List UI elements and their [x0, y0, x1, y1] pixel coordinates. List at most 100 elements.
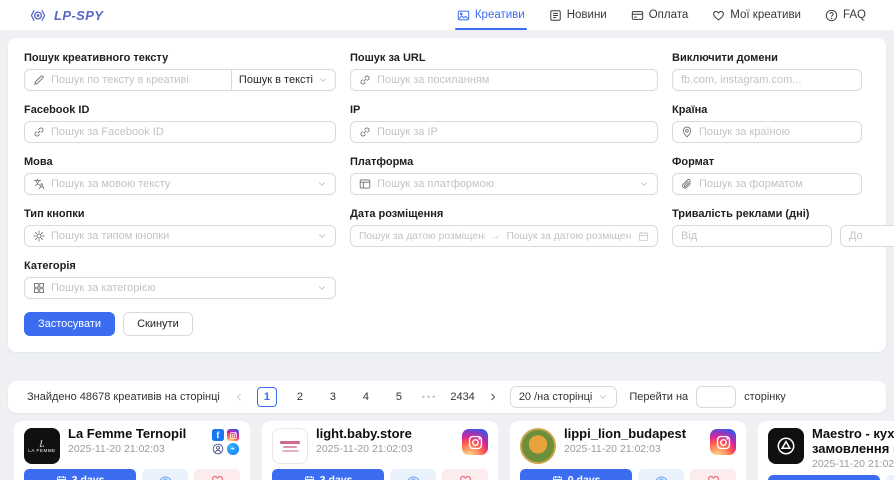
page-5[interactable]: 5 [389, 387, 409, 407]
filter-platform: Платформа Пошук за платформою [350, 156, 658, 195]
field-label: IP [350, 104, 658, 116]
field-label: Категорія [24, 260, 336, 272]
creative-text-input[interactable] [51, 74, 223, 86]
favorite-button[interactable] [690, 469, 736, 480]
card-title: La Femme Ternopil [68, 426, 204, 441]
favorite-button[interactable] [194, 469, 240, 480]
format-input-wrap [672, 173, 862, 195]
url-input-wrap [350, 69, 658, 91]
page: LP-SPY Креативи Новини Оплата Мої креати… [0, 0, 894, 480]
filter-button-type: Тип кнопки Пошук за типом кнопки [24, 208, 336, 247]
text-search-mode-select[interactable]: Пошук в тексті [231, 69, 336, 91]
card-date: 2025-11-20 21:02:03 [68, 443, 204, 455]
view-button[interactable] [142, 469, 188, 480]
format-input[interactable] [699, 178, 853, 190]
credit-card-icon [631, 9, 644, 22]
field-label: Тип кнопки [24, 208, 336, 220]
creative-card[interactable]: light.baby.store 2025-11-20 21:02:03 3 d… [262, 421, 498, 480]
exclude-domains-input[interactable] [681, 74, 853, 86]
chevron-down-icon [317, 231, 327, 241]
view-button[interactable] [390, 469, 436, 480]
nav-item-payment[interactable]: Оплата [631, 0, 689, 30]
creative-card[interactable]: Maestro - кухні, меблі на замовлення в У… [758, 421, 894, 480]
field-label: Пошук за URL [350, 52, 658, 64]
creative-card[interactable]: lippi_lion_budapest 2025-11-20 21:02:03 … [510, 421, 746, 480]
nav-label: FAQ [843, 9, 866, 21]
reset-button[interactable]: Скинути [123, 312, 193, 336]
country-input[interactable] [699, 126, 853, 138]
heart-icon [712, 9, 725, 22]
field-label: Мова [24, 156, 336, 168]
page-size-value: 20 /на сторінці [519, 391, 593, 403]
heart-icon [707, 474, 720, 480]
language-placeholder: Пошук за мовою тексту [51, 178, 311, 190]
days-button[interactable]: 0 days [520, 469, 632, 480]
page-4[interactable]: 4 [356, 387, 376, 407]
days-button[interactable]: 3 days [272, 469, 384, 480]
avatar-text: LA FEMME [28, 448, 56, 453]
question-circle-icon [825, 9, 838, 22]
favorite-button[interactable] [442, 469, 488, 480]
eye-icon [407, 474, 420, 480]
link-icon [359, 126, 371, 138]
calendar-icon [552, 475, 563, 480]
language-select[interactable]: Пошук за мовою тексту [24, 173, 336, 195]
pagination-bar: Знайдено 48678 креативів на сторінці 1 2… [8, 381, 886, 413]
date-range-picker[interactable]: → [350, 225, 658, 247]
category-select[interactable]: Пошук за категорією [24, 277, 336, 299]
page-2[interactable]: 2 [290, 387, 310, 407]
view-button[interactable] [638, 469, 684, 480]
chevron-right-icon [488, 392, 498, 402]
filter-country: Країна [672, 104, 862, 143]
paperclip-icon [681, 178, 693, 190]
calendar-icon [638, 231, 649, 242]
card-date: 2025-11-20 21:02:03 [812, 458, 894, 470]
page-1[interactable]: 1 [257, 387, 277, 407]
main-nav: Креативи Новини Оплата Мої креативи FAQ [457, 0, 866, 30]
facebook-id-input[interactable] [51, 126, 327, 138]
view-button[interactable] [886, 475, 894, 480]
page-last[interactable]: 2434 [450, 387, 474, 407]
logo[interactable]: LP-SPY [28, 8, 103, 23]
days-button[interactable]: 3 days [24, 469, 136, 480]
filter-format: Формат [672, 156, 862, 195]
nav-item-creatives[interactable]: Креативи [457, 0, 525, 30]
nav-item-faq[interactable]: FAQ [825, 0, 866, 30]
eye-icon [655, 474, 668, 480]
category-placeholder: Пошук за категорією [51, 282, 311, 294]
prev-page-button[interactable] [234, 392, 244, 402]
filter-category: Категорія Пошук за категорією [24, 260, 336, 299]
days-button[interactable] [768, 475, 880, 480]
translate-icon [33, 178, 45, 190]
creatives-grid: L LA FEMME La Femme Ternopil 2025-11-20 … [0, 421, 894, 480]
ip-input[interactable] [377, 126, 649, 138]
nav-label: Оплата [649, 9, 689, 21]
page-size-select[interactable]: 20 /на сторінці [510, 386, 618, 408]
platform-select[interactable]: Пошук за платформою [350, 173, 658, 195]
page-ellipsis[interactable]: ••• [422, 392, 437, 402]
date-to-input[interactable] [507, 230, 633, 242]
duration-to-input[interactable] [849, 230, 894, 242]
card-title: Maestro - кухні, меблі на замовлення в У… [812, 426, 894, 456]
nav-item-my-creatives[interactable]: Мої креативи [712, 0, 801, 30]
heart-icon [459, 474, 472, 480]
nav-item-news[interactable]: Новини [549, 0, 607, 30]
duration-from-input[interactable] [681, 230, 823, 242]
date-from-input[interactable] [359, 230, 485, 242]
news-icon [549, 9, 562, 22]
page-3[interactable]: 3 [323, 387, 343, 407]
goto-page-input[interactable] [696, 386, 736, 408]
chevron-down-icon [318, 75, 328, 85]
pagination: 1 2 3 4 5 ••• 2434 [234, 387, 498, 407]
results-summary: Знайдено 48678 креативів на сторінці [27, 391, 220, 403]
apply-button[interactable]: Застосувати [24, 312, 115, 336]
chevron-down-icon [639, 179, 649, 189]
days-label: 3 days [320, 474, 353, 480]
next-page-button[interactable] [488, 392, 498, 402]
url-input[interactable] [377, 74, 649, 86]
creative-card[interactable]: L LA FEMME La Femme Ternopil 2025-11-20 … [14, 421, 250, 480]
nav-label: Мої креативи [730, 9, 801, 21]
filter-facebook-id: Facebook ID [24, 104, 336, 143]
card-title: lippi_lion_budapest [564, 426, 702, 441]
button-type-select[interactable]: Пошук за типом кнопки [24, 225, 336, 247]
